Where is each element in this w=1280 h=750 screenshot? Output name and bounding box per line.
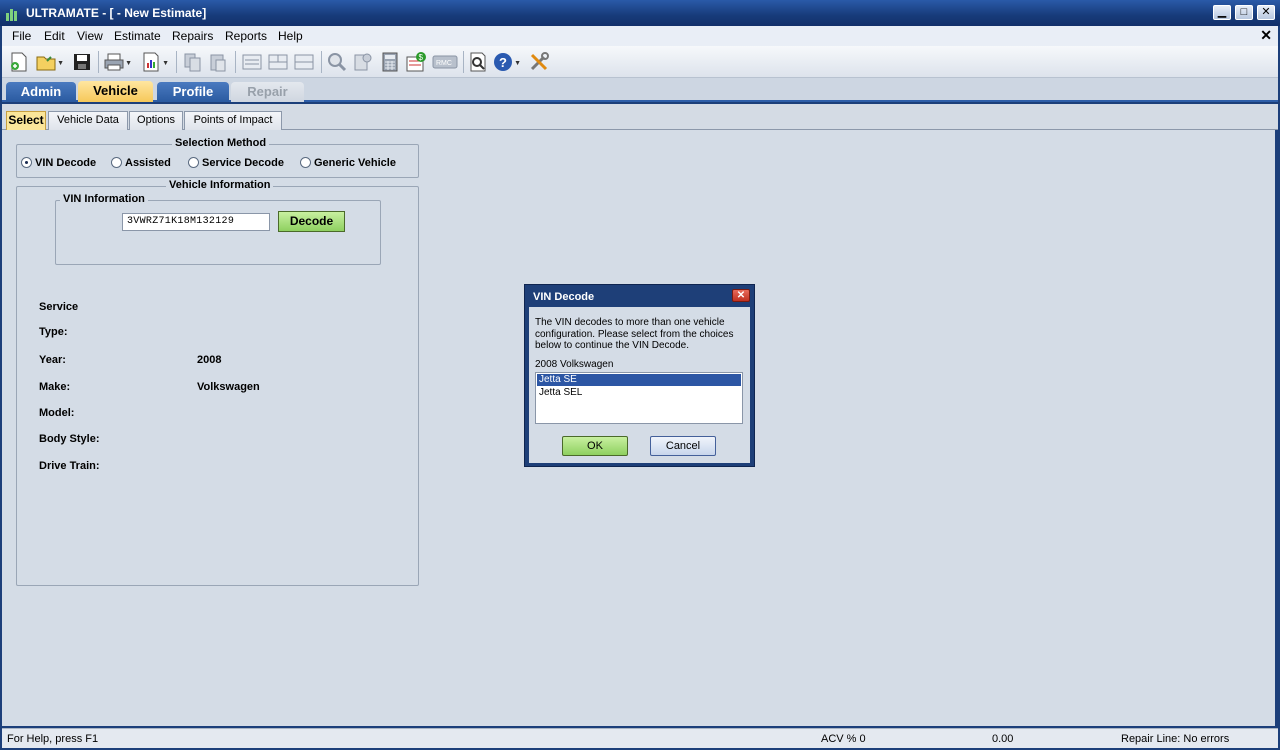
subtab-points-of-impact[interactable]: Points of Impact bbox=[184, 111, 282, 130]
vin-decode-dialog: VIN Decode ✕ The VIN decodes to more tha… bbox=[524, 284, 755, 467]
print-icon[interactable]: ▼ bbox=[103, 51, 132, 73]
drive-train-label: Drive Train: bbox=[39, 460, 100, 472]
module-tabs: Admin Vehicle Profile Repair bbox=[2, 78, 1278, 102]
vin-input[interactable]: 3VWRZ71K18M132129 bbox=[122, 213, 270, 231]
minimize-button[interactable]: ▁ bbox=[1213, 5, 1231, 20]
radio-assisted[interactable]: Assisted bbox=[111, 157, 171, 169]
radio-icon[interactable] bbox=[111, 157, 122, 168]
ok-button[interactable]: OK bbox=[562, 436, 628, 456]
radio-label: Service Decode bbox=[202, 157, 284, 169]
subtab-options[interactable]: Options bbox=[129, 111, 183, 130]
subtab-select[interactable]: Select bbox=[6, 111, 46, 130]
type-label: Type: bbox=[39, 326, 68, 338]
report-icon[interactable]: ▼ bbox=[140, 51, 169, 73]
service-label: Service bbox=[39, 301, 79, 313]
close-window-button[interactable]: ✕ bbox=[1257, 5, 1275, 20]
vehicle-information-group: Vehicle Information VIN Information 3VWR… bbox=[16, 179, 419, 586]
maximize-button[interactable]: □ bbox=[1235, 5, 1253, 20]
radio-label: Generic Vehicle bbox=[314, 157, 396, 169]
dialog-message: The VIN decodes to more than one vehicle… bbox=[535, 317, 734, 351]
calculator-icon[interactable] bbox=[379, 51, 401, 73]
lookup-icon[interactable] bbox=[352, 51, 374, 73]
vin-information-group: VIN Information 3VWRZ71K18M132129 Decode bbox=[55, 193, 381, 265]
configuration-list[interactable]: Jetta SE Jetta SEL bbox=[535, 372, 743, 424]
make-value: Volkswagen bbox=[197, 381, 260, 393]
cancel-button[interactable]: Cancel bbox=[650, 436, 716, 456]
dialog-subtitle: 2008 Volkswagen bbox=[535, 359, 614, 370]
status-help-text: For Help, press F1 bbox=[7, 733, 99, 745]
toolbar: ▼ ▼ ▼ $ RMC ? ▼ bbox=[2, 46, 1278, 78]
window-title: ULTRAMATE - [ - New Estimate] bbox=[26, 6, 207, 20]
copy-icon[interactable] bbox=[182, 51, 204, 73]
make-label: Make: bbox=[39, 381, 71, 393]
body-style-label: Body Style: bbox=[39, 433, 100, 445]
radio-selected-icon[interactable] bbox=[21, 157, 32, 168]
status-acv: ACV % 0 bbox=[821, 733, 866, 745]
preview-icon[interactable] bbox=[467, 51, 489, 73]
document-close-icon[interactable]: ✕ bbox=[1260, 27, 1272, 44]
app-icon bbox=[6, 7, 20, 21]
layout2-icon[interactable] bbox=[267, 51, 289, 73]
list-item[interactable]: Jetta SEL bbox=[537, 387, 741, 399]
selection-method-group: Selection Method VIN Decode Assisted Ser… bbox=[16, 137, 419, 178]
radio-vin-decode[interactable]: VIN Decode bbox=[21, 157, 96, 169]
sub-tabs: Select Vehicle Data Options Points of Im… bbox=[2, 104, 1278, 130]
dialog-close-icon[interactable]: ✕ bbox=[732, 289, 750, 302]
menu-bar: File Edit View Estimate Repairs Reports … bbox=[2, 26, 1278, 46]
open-icon[interactable]: ▼ bbox=[35, 51, 64, 73]
vin-information-legend: VIN Information bbox=[60, 193, 148, 205]
svg-text:?: ? bbox=[499, 55, 507, 70]
help-icon[interactable]: ? ▼ bbox=[492, 51, 521, 73]
status-amount: 0.00 bbox=[992, 733, 1014, 745]
menu-reports[interactable]: Reports bbox=[225, 29, 267, 43]
vehicle-information-legend: Vehicle Information bbox=[166, 179, 274, 191]
svg-text:RMC: RMC bbox=[436, 60, 452, 67]
tab-admin[interactable]: Admin bbox=[6, 82, 76, 102]
rmc-icon[interactable]: RMC bbox=[432, 51, 458, 73]
radio-label: VIN Decode bbox=[35, 157, 97, 169]
tab-vehicle[interactable]: Vehicle bbox=[78, 81, 153, 102]
menu-view[interactable]: View bbox=[77, 29, 103, 43]
search-icon[interactable] bbox=[326, 51, 348, 73]
tools-icon[interactable] bbox=[528, 51, 550, 73]
radio-icon[interactable] bbox=[188, 157, 199, 168]
title-bar: ULTRAMATE - [ - New Estimate] ▁ □ ✕ bbox=[0, 0, 1280, 26]
list-item[interactable]: Jetta SE bbox=[537, 374, 741, 386]
radio-label: Assisted bbox=[125, 157, 171, 169]
menu-estimate[interactable]: Estimate bbox=[114, 29, 161, 43]
save-icon[interactable] bbox=[71, 51, 93, 73]
menu-repairs[interactable]: Repairs bbox=[172, 29, 213, 43]
decode-button[interactable]: Decode bbox=[278, 211, 345, 232]
tab-repair: Repair bbox=[231, 82, 304, 102]
year-value: 2008 bbox=[197, 354, 222, 366]
radio-icon[interactable] bbox=[300, 157, 311, 168]
status-repair-line: Repair Line: No errors bbox=[1121, 733, 1230, 745]
radio-generic-vehicle[interactable]: Generic Vehicle bbox=[300, 157, 396, 169]
status-bar: For Help, press F1 ACV % 0 0.00 Repair L… bbox=[2, 728, 1278, 748]
menu-file[interactable]: File bbox=[12, 29, 31, 43]
model-label: Model: bbox=[39, 407, 75, 419]
paste-icon[interactable] bbox=[207, 51, 229, 73]
radio-service-decode[interactable]: Service Decode bbox=[188, 157, 284, 169]
dialog-title: VIN Decode bbox=[533, 291, 595, 303]
svg-text:$: $ bbox=[419, 53, 424, 62]
menu-edit[interactable]: Edit bbox=[44, 29, 65, 43]
menu-help[interactable]: Help bbox=[278, 29, 303, 43]
dialog-body: The VIN decodes to more than one vehicle… bbox=[529, 307, 750, 463]
layout1-icon[interactable] bbox=[241, 51, 263, 73]
new-icon[interactable] bbox=[8, 51, 30, 73]
tab-profile[interactable]: Profile bbox=[157, 82, 229, 102]
totals-icon[interactable]: $ bbox=[405, 51, 427, 73]
subtab-vehicle-data[interactable]: Vehicle Data bbox=[48, 111, 128, 130]
year-label: Year: bbox=[39, 354, 66, 366]
layout3-icon[interactable] bbox=[293, 51, 315, 73]
selection-method-legend: Selection Method bbox=[172, 137, 270, 149]
